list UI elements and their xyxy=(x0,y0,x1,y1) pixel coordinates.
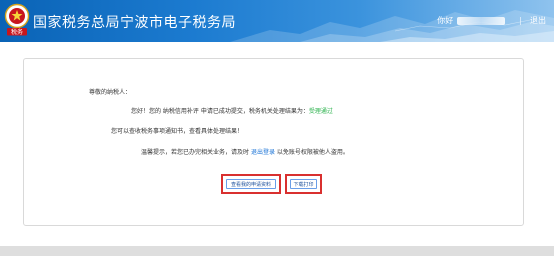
user-greeting: 你好 xyxy=(437,16,454,25)
user-area: 你好 | 退出 xyxy=(437,15,546,26)
view-materials-button[interactable]: 查看我的申请资料 xyxy=(226,179,276,189)
result-message: 您好！您的 纳税信用补评 申请已成功提交，税务机关处理结果为：受理通过 xyxy=(131,106,333,115)
exit-link[interactable]: 退出 xyxy=(530,15,546,26)
result-panel: 尊敬的纳税人： 您好！您的 纳税信用补评 申请已成功提交，税务机关处理结果为：受… xyxy=(23,58,524,226)
result-status: 受理通过 xyxy=(308,108,333,115)
footer-bar xyxy=(0,246,554,256)
logout-link[interactable]: 退出登录 xyxy=(251,149,275,156)
notice-message: 您可以查收税务事项通知书，查看具体处理结果！ xyxy=(111,128,244,135)
logout-reminder-suffix: 以免账号权限被他人盗用。 xyxy=(276,149,349,156)
view-materials-highlight: 查看我的申请资料 xyxy=(221,174,281,194)
header-separator: | xyxy=(519,16,522,25)
download-print-highlight: 下载打印 xyxy=(285,174,322,194)
logout-reminder: 温馨提示，若您已办完相关业务，请及时 退出登录 以免账号权限被他人盗用。 xyxy=(141,147,349,156)
emblem-text: 税务 xyxy=(11,28,23,36)
download-print-button[interactable]: 下载打印 xyxy=(290,179,317,189)
tax-emblem-logo: 税务 xyxy=(4,3,30,36)
logout-reminder-text: 温馨提示，若您已办完相关业务，请及时 xyxy=(141,149,250,156)
greeting-text: 尊敬的纳税人： xyxy=(89,89,132,96)
result-message-text: 您好！您的 纳税信用补评 申请已成功提交，税务机关处理结果为： xyxy=(131,108,309,115)
site-title: 国家税务总局宁波市电子税务局 xyxy=(33,15,236,31)
redacted-username xyxy=(457,16,506,25)
top-banner: 税务 国家税务总局宁波市电子税务局 你好 | 退出 xyxy=(0,0,554,42)
